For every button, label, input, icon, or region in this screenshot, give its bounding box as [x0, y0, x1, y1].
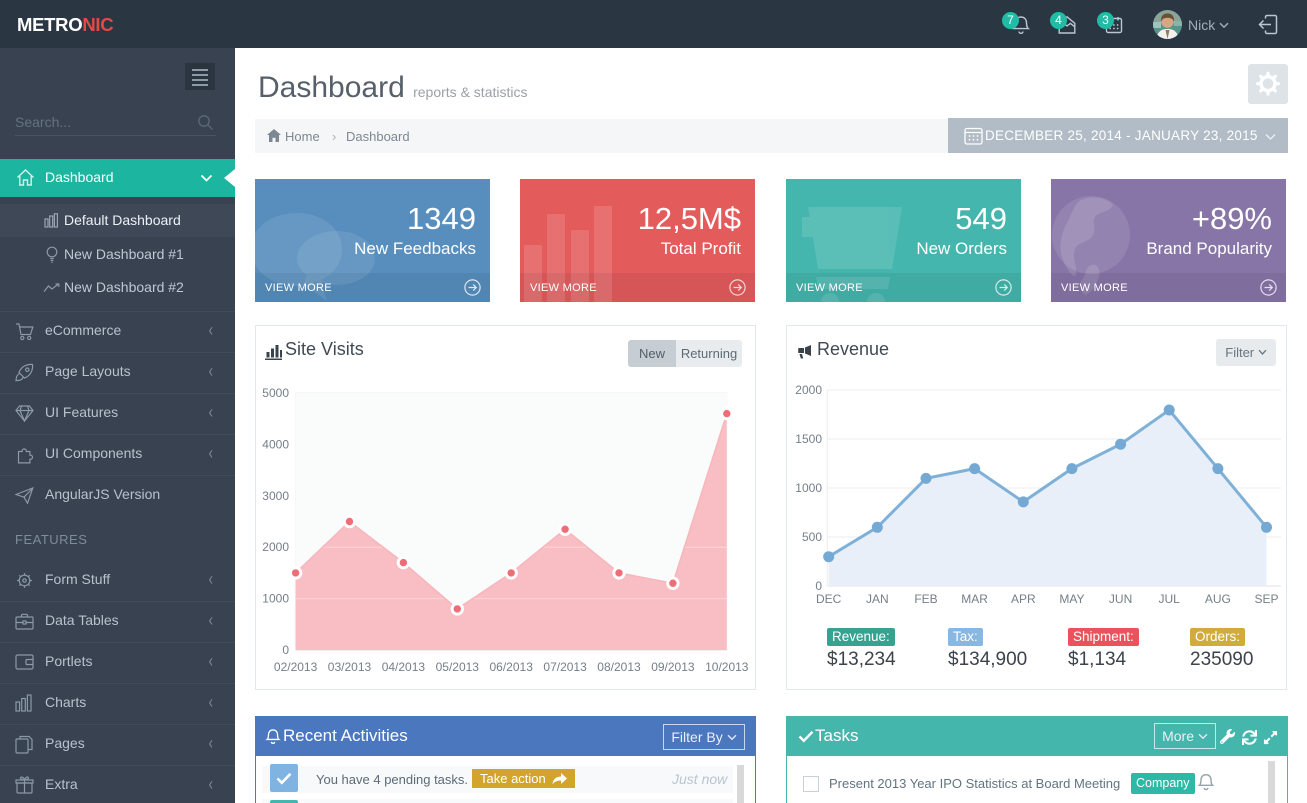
svg-text:08/2013: 08/2013 — [597, 660, 641, 674]
svg-text:1500: 1500 — [795, 432, 822, 446]
svg-text:4000: 4000 — [262, 437, 289, 451]
svg-text:SEP: SEP — [1254, 592, 1278, 606]
svg-text:MAY: MAY — [1059, 592, 1084, 606]
svg-text:02/2013: 02/2013 — [274, 660, 318, 674]
svg-text:APR: APR — [1011, 592, 1036, 606]
svg-text:FEB: FEB — [914, 592, 937, 606]
svg-text:09/2013: 09/2013 — [651, 660, 695, 674]
svg-text:07/2013: 07/2013 — [543, 660, 587, 674]
svg-text:03/2013: 03/2013 — [328, 660, 372, 674]
svg-text:04/2013: 04/2013 — [382, 660, 426, 674]
svg-text:AUG: AUG — [1205, 592, 1231, 606]
svg-text:0: 0 — [815, 579, 822, 593]
svg-text:DEC: DEC — [816, 592, 842, 606]
svg-text:JUL: JUL — [1159, 592, 1181, 606]
svg-text:1000: 1000 — [262, 592, 289, 606]
svg-text:0: 0 — [282, 643, 289, 657]
svg-text:05/2013: 05/2013 — [436, 660, 480, 674]
svg-text:2000: 2000 — [262, 540, 289, 554]
svg-text:JUN: JUN — [1109, 592, 1132, 606]
svg-text:10/2013: 10/2013 — [705, 660, 749, 674]
svg-text:5000: 5000 — [262, 386, 289, 400]
svg-text:1000: 1000 — [795, 481, 822, 495]
svg-text:500: 500 — [802, 530, 822, 544]
svg-text:2000: 2000 — [795, 383, 822, 397]
svg-text:3000: 3000 — [262, 489, 289, 503]
svg-text:JAN: JAN — [866, 592, 889, 606]
svg-text:06/2013: 06/2013 — [490, 660, 534, 674]
svg-text:MAR: MAR — [961, 592, 988, 606]
